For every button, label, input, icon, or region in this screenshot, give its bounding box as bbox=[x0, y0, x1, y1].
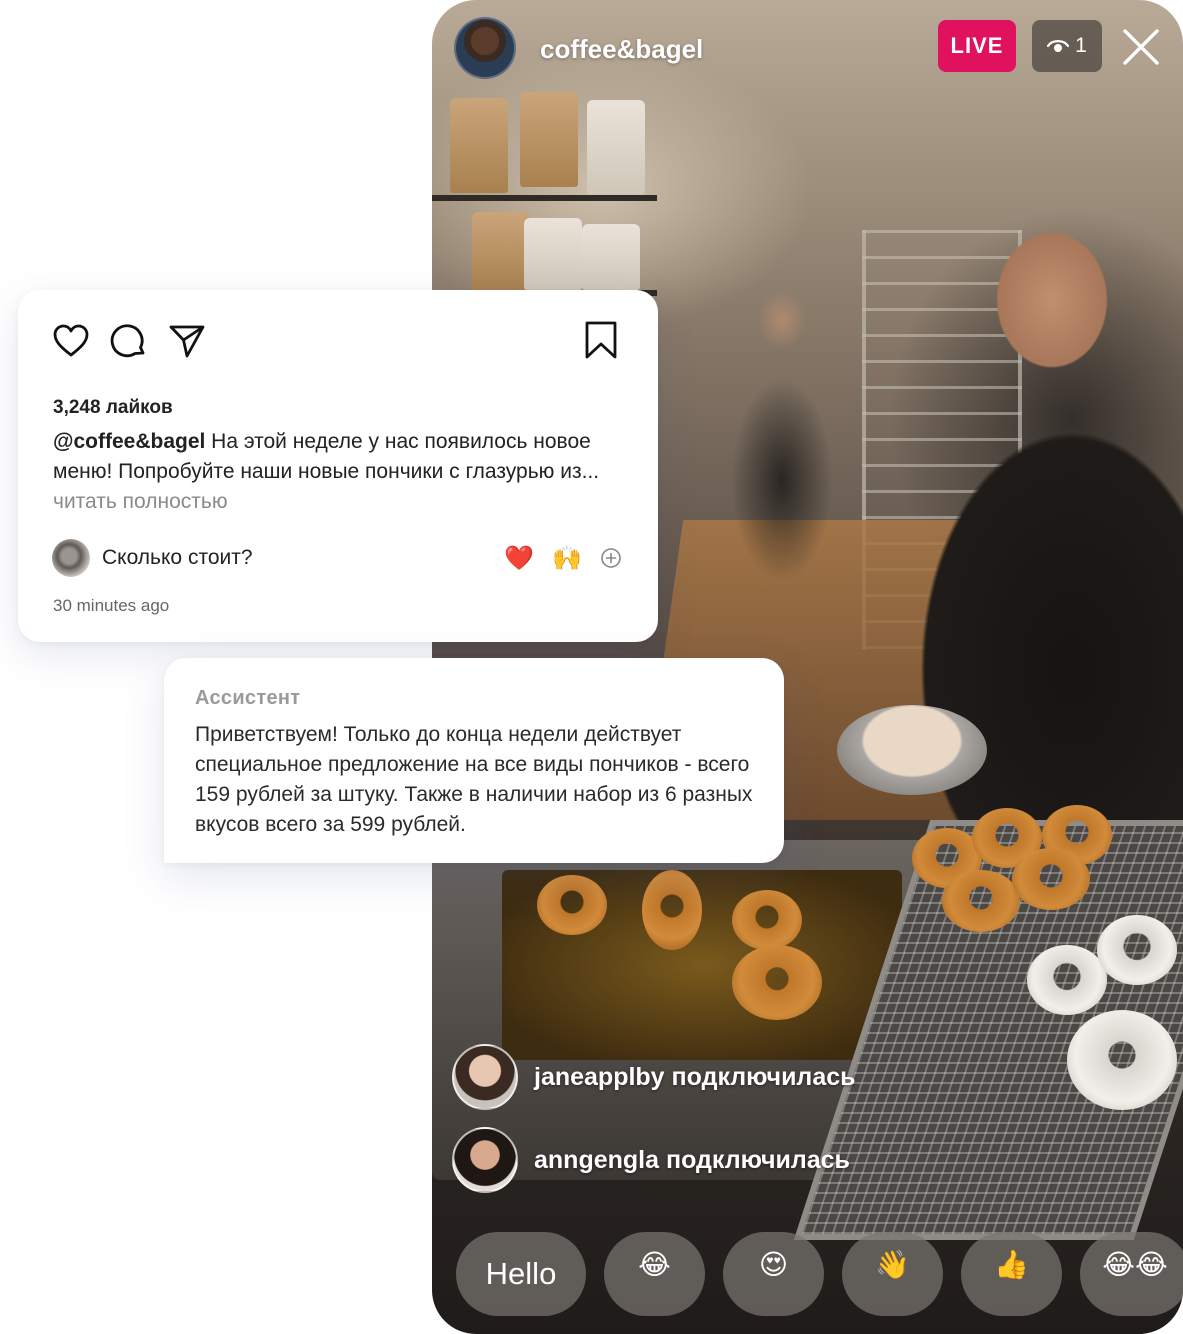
live-header: coffee&bagel LIVE 1 bbox=[432, 0, 1183, 100]
host-name[interactable]: coffee&bagel bbox=[540, 34, 703, 65]
background-bag bbox=[450, 98, 508, 193]
add-reaction-icon[interactable] bbox=[600, 547, 622, 569]
join-username: janeapplby bbox=[534, 1062, 665, 1091]
quick-reply-thumbs-up[interactable]: 👍 bbox=[961, 1232, 1062, 1316]
quick-reply-laugh[interactable]: 😂 bbox=[604, 1232, 705, 1316]
background-bag bbox=[587, 100, 645, 195]
caption-author[interactable]: @coffee&bagel bbox=[53, 430, 205, 453]
post-actions bbox=[52, 322, 206, 360]
viewer-count-badge[interactable]: 1 bbox=[1032, 20, 1102, 72]
background-donut bbox=[732, 945, 822, 1020]
background-donut bbox=[732, 890, 802, 950]
live-badge: LIVE bbox=[938, 20, 1016, 72]
quick-reply-wave[interactable]: 👋 bbox=[842, 1232, 943, 1316]
reaction-raised-hands[interactable]: 🙌 bbox=[552, 544, 582, 573]
comment-row: Сколько стоит? ❤️ 🙌 bbox=[52, 538, 622, 578]
bookmark-icon[interactable] bbox=[584, 320, 618, 360]
assistant-label: Ассистент bbox=[195, 687, 301, 709]
join-notification: anngengla подключилась bbox=[452, 1126, 850, 1194]
post-card: 3,248 лайков @coffee&bagel На этой недел… bbox=[18, 290, 658, 642]
quick-reply-hello[interactable]: Hello bbox=[456, 1232, 586, 1316]
background-donut bbox=[1097, 915, 1177, 985]
share-icon[interactable] bbox=[168, 322, 206, 360]
post-caption: @coffee&bagel На этой неделе у нас появи… bbox=[53, 427, 613, 517]
background-bag bbox=[582, 224, 640, 290]
background-bag bbox=[524, 218, 582, 290]
background-donut bbox=[1012, 848, 1090, 910]
assistant-message: Ассистент Приветствуем! Только до конца … bbox=[164, 658, 784, 863]
reaction-heart[interactable]: ❤️ bbox=[504, 544, 534, 573]
background-person bbox=[702, 260, 862, 580]
assistant-text: Приветствуем! Только до конца недели дей… bbox=[195, 723, 753, 836]
background-donut bbox=[1027, 945, 1107, 1015]
close-icon[interactable] bbox=[1122, 28, 1160, 66]
eye-icon bbox=[1047, 40, 1070, 52]
post-timestamp: 30 minutes ago bbox=[53, 596, 170, 615]
quick-reply-double-laugh[interactable]: 😂😂 bbox=[1080, 1232, 1183, 1316]
viewer-avatar[interactable] bbox=[452, 1044, 518, 1110]
background-shelf bbox=[432, 195, 657, 201]
background-donut bbox=[642, 870, 702, 950]
likes-count[interactable]: 3,248 лайков bbox=[53, 397, 173, 419]
background-bag bbox=[472, 212, 530, 290]
comment-reactions: ❤️ 🙌 bbox=[504, 544, 622, 573]
heart-icon[interactable] bbox=[52, 322, 90, 360]
join-action: подключилась bbox=[671, 1062, 856, 1091]
comment-text: Сколько стоит? bbox=[102, 546, 253, 569]
background-donut bbox=[537, 875, 607, 935]
join-username: anngengla bbox=[534, 1145, 660, 1174]
join-action: подключилась bbox=[665, 1145, 850, 1174]
join-notification: janeapplby подключилась bbox=[452, 1043, 856, 1111]
background-bowl bbox=[837, 705, 987, 795]
commenter-avatar[interactable] bbox=[52, 539, 90, 577]
comment-icon[interactable] bbox=[110, 322, 148, 360]
background-donut bbox=[1067, 1010, 1177, 1110]
join-text: anngengla подключилась bbox=[534, 1146, 850, 1175]
quick-reply-heart-eyes[interactable]: 😍 bbox=[723, 1232, 824, 1316]
background-person bbox=[902, 130, 1183, 910]
read-more-link[interactable]: читать полностью bbox=[53, 490, 228, 513]
background-bag bbox=[520, 92, 578, 187]
quick-reply-bar: Hello 😂 😍 👋 👍 😂😂 bbox=[456, 1232, 1183, 1316]
background-donut bbox=[942, 870, 1020, 932]
viewer-avatar[interactable] bbox=[452, 1127, 518, 1193]
viewer-count: 1 bbox=[1075, 34, 1087, 57]
host-avatar[interactable] bbox=[454, 17, 516, 79]
join-text: janeapplby подключилась bbox=[534, 1063, 856, 1092]
